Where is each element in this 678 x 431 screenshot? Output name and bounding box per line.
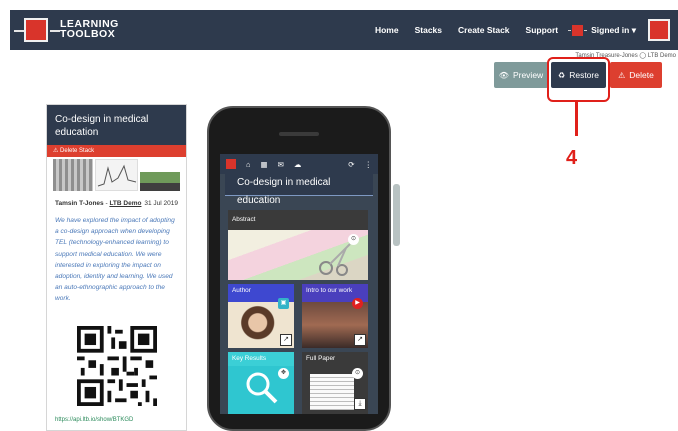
- open-external-icon[interactable]: ↗: [280, 334, 292, 346]
- phone-speaker: [279, 132, 319, 136]
- nav-home[interactable]: Home: [375, 25, 399, 35]
- tile-full-paper-label: Full Paper: [302, 352, 368, 366]
- nav-stacks[interactable]: Stacks: [415, 25, 442, 35]
- eye-icon: 👁: [498, 70, 509, 80]
- app-stack-title: Co-design in medical education: [225, 174, 373, 206]
- file-badge-icon: ⊙: [352, 368, 363, 379]
- tile-full-paper[interactable]: Full Paper ⊙ ⤓: [302, 352, 368, 414]
- mail-icon[interactable]: ✉: [278, 160, 284, 169]
- stack-author: Tamsin T-Jones: [55, 200, 104, 207]
- screenshot-stage: LEARNING TOOLBOX Home Stacks Create Stac…: [0, 0, 678, 431]
- tile-author[interactable]: Author ▣ ↗: [228, 284, 294, 348]
- download-icon[interactable]: ⤓: [354, 398, 366, 410]
- tile-key-results-label: Key Results: [228, 352, 294, 366]
- stack-date: 31 Jul 2019: [144, 200, 178, 207]
- thumbnail-image: [53, 159, 94, 191]
- stack-thumbnails: [53, 159, 180, 191]
- app-logo-icon[interactable]: [226, 159, 236, 169]
- ltb-logo-icon[interactable]: [24, 18, 48, 42]
- user-logo-icon: [568, 24, 588, 36]
- thumbnail-chart: [95, 159, 138, 191]
- ltb-app-icon[interactable]: [648, 19, 670, 41]
- open-external-icon[interactable]: ↗: [354, 334, 366, 346]
- stack-group-link[interactable]: LTB Demo: [109, 200, 141, 207]
- step-number: 4: [566, 147, 578, 169]
- tile-intro[interactable]: Intro to our work ▶ ↗: [302, 284, 368, 348]
- logo-text-line2: TOOLBOX: [60, 28, 116, 40]
- nav-create-stack[interactable]: Create Stack: [458, 25, 510, 35]
- logo-text[interactable]: LEARNING TOOLBOX: [60, 19, 119, 40]
- move-badge-icon: ✥: [278, 368, 289, 379]
- tile-abstract-badge-icon: ⊙: [348, 234, 359, 245]
- callout-line: [575, 102, 578, 136]
- stack-meta: Tamsin T-Jones - LTB Demo 31 Jul 2019: [47, 191, 186, 207]
- logo-line-right: [50, 30, 60, 32]
- warning-icon: ⚠: [618, 70, 626, 80]
- nav-links: Home Stacks Create Stack Support Signed …: [359, 10, 670, 50]
- preview-button[interactable]: 👁 Preview: [494, 62, 548, 88]
- preview-scroll-handle[interactable]: [393, 184, 400, 246]
- magnifier-icon: [246, 372, 278, 404]
- grid-icon[interactable]: ▦: [261, 160, 268, 169]
- image-badge-icon: ▣: [278, 298, 289, 309]
- delete-button[interactable]: ⚠ Delete: [610, 62, 662, 88]
- nav-support[interactable]: Support: [526, 25, 559, 35]
- delete-stack-banner[interactable]: ⚠ Delete Stack: [47, 145, 186, 157]
- youtube-icon: ▶: [352, 298, 363, 309]
- refresh-icon[interactable]: ⟳: [348, 160, 354, 169]
- stack-share-link[interactable]: https://api.ltb.io/show/BTKGD: [55, 417, 133, 423]
- stack-description: We have explored the impact of adopting …: [55, 217, 175, 303]
- stack-author-line: Tamsin T-Jones - LTB Demo: [55, 200, 142, 207]
- stack-card-title[interactable]: Co-design in medical education: [47, 105, 186, 145]
- tile-author-label: Author: [228, 284, 294, 298]
- tile-abstract[interactable]: Abstract ⊙: [228, 210, 368, 280]
- scissors-icon: [319, 243, 351, 276]
- phone-screen: ⌂ ▦ ✉ ☁ ⟳ ⋮ Co-design in medical educati…: [220, 154, 378, 414]
- more-icon[interactable]: ⋮: [365, 160, 373, 169]
- thumbnail-photo: [139, 159, 180, 191]
- top-navbar: LEARNING TOOLBOX Home Stacks Create Stac…: [10, 10, 678, 50]
- delete-stack-label: Delete Stack: [60, 148, 95, 154]
- home-icon[interactable]: ⌂: [246, 160, 251, 169]
- preview-label: Preview: [512, 70, 544, 80]
- chat-icon[interactable]: ☁: [294, 160, 302, 169]
- delete-label: Delete: [629, 70, 654, 80]
- app-toolbar: ⌂ ▦ ✉ ☁ ⟳ ⋮: [220, 154, 378, 174]
- tile-abstract-label: Abstract: [228, 210, 368, 230]
- signed-in-dropdown[interactable]: Signed in ▾: [591, 25, 636, 36]
- tile-key-results[interactable]: Key Results ✥: [228, 352, 294, 414]
- paper-preview-image: [310, 374, 354, 410]
- restore-highlight-box: [547, 57, 610, 102]
- tile-intro-label: Intro to our work: [302, 284, 368, 298]
- stack-card: Co-design in medical education ⚠ Delete …: [46, 104, 187, 431]
- warning-icon: ⚠: [53, 148, 61, 154]
- logo-line-left: [14, 30, 24, 32]
- qr-code-icon: [77, 326, 157, 406]
- phone-preview: ⌂ ▦ ✉ ☁ ⟳ ⋮ Co-design in medical educati…: [207, 106, 391, 431]
